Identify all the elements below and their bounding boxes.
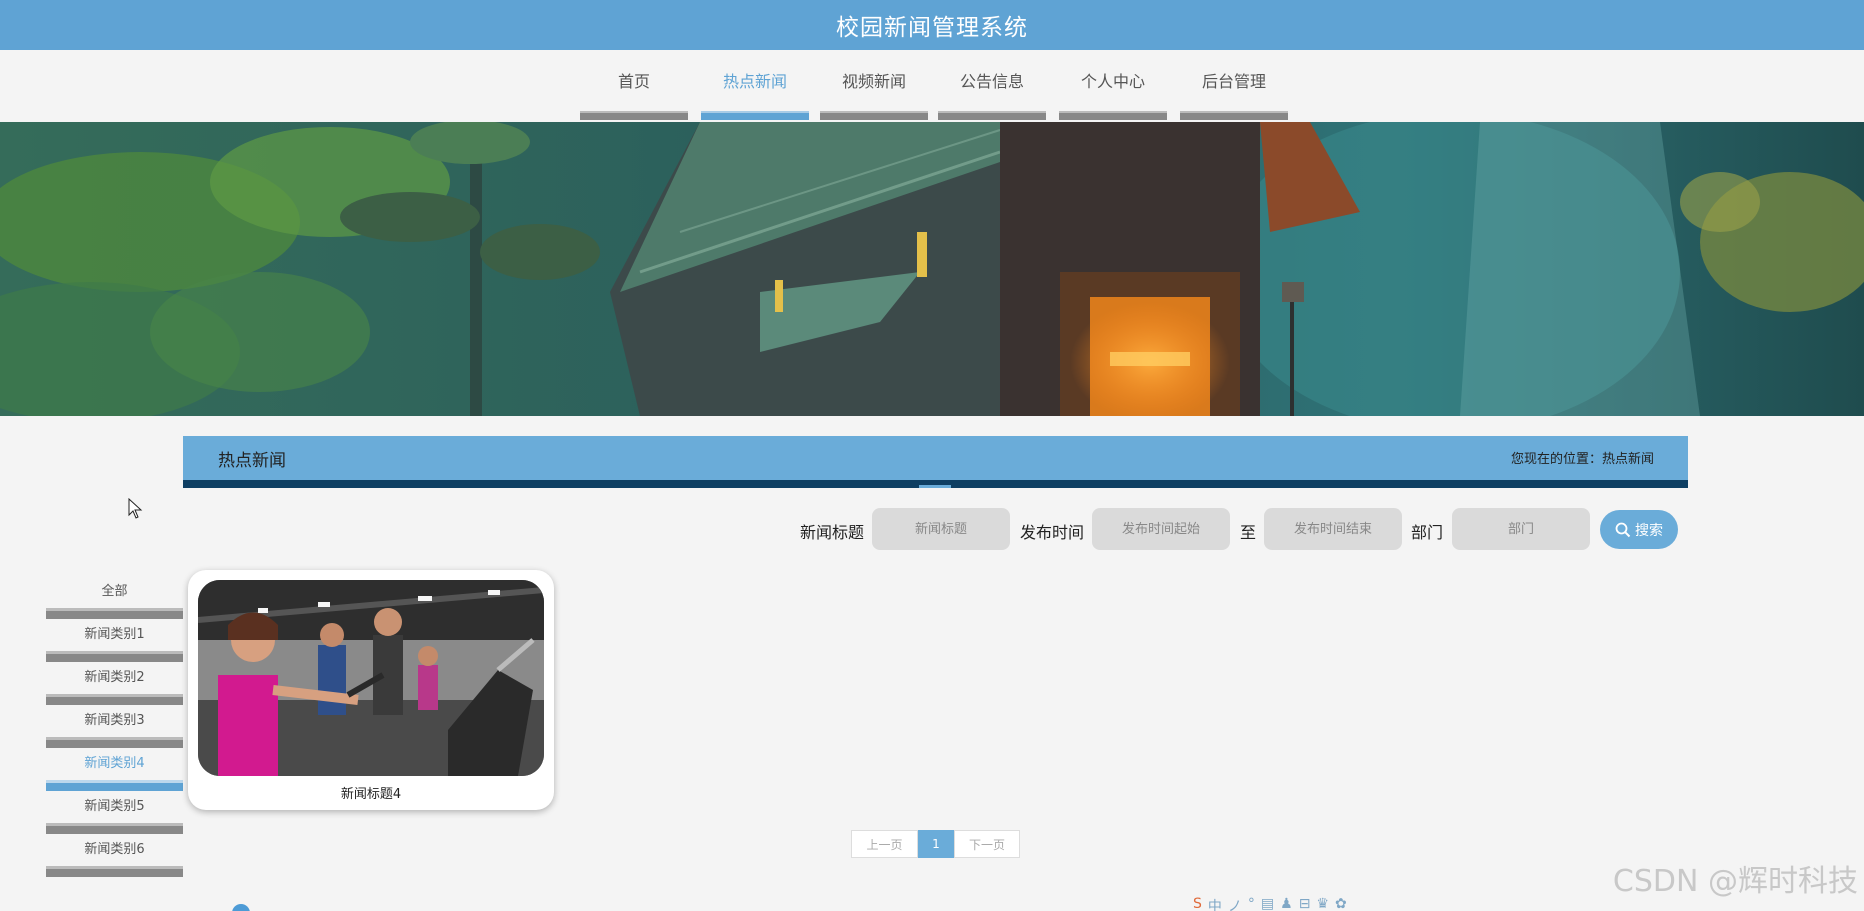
next-page-button[interactable]: 下一页 xyxy=(954,830,1020,858)
nav-label: 首页 xyxy=(617,72,650,91)
category-underline xyxy=(46,737,183,748)
ime-punct-icon[interactable]: ノ xyxy=(1228,896,1242,911)
ime-logo-icon[interactable]: S xyxy=(1193,896,1202,911)
ime-skin-icon[interactable]: ♛ xyxy=(1316,896,1329,911)
nav-underline xyxy=(701,111,809,120)
nav-label: 视频新闻 xyxy=(841,72,906,91)
nav-profile[interactable]: 个人中心 xyxy=(1059,70,1167,120)
dept-input[interactable] xyxy=(1452,508,1590,550)
category-5[interactable]: 新闻类别5 xyxy=(46,793,183,836)
title-input[interactable] xyxy=(872,508,1010,550)
date-label: 发布时间 xyxy=(1020,523,1085,542)
gym-photo xyxy=(198,580,544,776)
main-nav: 首页 热点新闻 视频新闻 公告信息 个人中心 后台管理 xyxy=(0,50,1864,122)
ime-dot-icon[interactable]: ° xyxy=(1248,896,1255,911)
category-label: 新闻类别2 xyxy=(84,670,145,685)
category-6[interactable]: 新闻类别6 xyxy=(46,836,183,879)
watermark: CSDN @辉时科技 xyxy=(1612,864,1858,899)
category-2[interactable]: 新闻类别2 xyxy=(46,664,183,707)
category-label: 新闻类别6 xyxy=(84,842,145,857)
page-number-button[interactable]: 1 xyxy=(918,830,954,858)
nav-label: 热点新闻 xyxy=(722,72,787,91)
banner-illustration xyxy=(0,122,1864,416)
category-list: 全部 新闻类别1 新闻类别2 新闻类别3 新闻类别4 新闻类别5 新闻类别6 xyxy=(46,578,183,879)
prev-page-button[interactable]: 上一页 xyxy=(851,830,918,858)
category-underline xyxy=(46,780,183,791)
category-label: 新闻类别5 xyxy=(84,799,145,814)
category-4[interactable]: 新闻类别4 xyxy=(46,750,183,793)
dept-label: 部门 xyxy=(1411,523,1444,542)
section-header: 热点新闻 您现在的位置：热点新闻 xyxy=(183,436,1688,488)
news-thumbnail xyxy=(198,580,544,776)
nav-hot-news[interactable]: 热点新闻 xyxy=(701,70,809,120)
ime-toolbar: S 中 ノ ° ▤ ♟ ⊟ ♛ ✿ xyxy=(1193,896,1347,911)
nav-underline xyxy=(938,111,1046,120)
nav-notices[interactable]: 公告信息 xyxy=(938,70,1046,120)
ime-user-icon[interactable]: ♟ xyxy=(1280,896,1293,911)
nav-video-news[interactable]: 视频新闻 xyxy=(820,70,928,120)
nav-underline xyxy=(580,111,688,120)
search-icon xyxy=(1615,522,1631,537)
nav-underline xyxy=(1059,111,1167,120)
header-notch xyxy=(919,485,951,488)
category-label: 新闻类别3 xyxy=(84,713,145,728)
category-underline xyxy=(46,651,183,662)
category-all[interactable]: 全部 xyxy=(46,578,183,621)
to-label: 至 xyxy=(1240,523,1257,542)
section-title: 热点新闻 xyxy=(218,451,286,471)
category-underline xyxy=(46,866,183,877)
news-card[interactable]: 新闻标题4 xyxy=(188,570,554,810)
category-label: 新闻类别4 xyxy=(84,756,145,771)
breadcrumb: 您现在的位置：热点新闻 xyxy=(1510,452,1654,467)
search-button[interactable]: 搜索 xyxy=(1600,510,1678,549)
category-3[interactable]: 新闻类别3 xyxy=(46,707,183,750)
app-title: 校园新闻管理系统 xyxy=(836,15,1028,41)
category-1[interactable]: 新闻类别1 xyxy=(46,621,183,664)
pagination: 上一页 1 下一页 xyxy=(851,830,1020,858)
nav-label: 公告信息 xyxy=(959,72,1024,91)
ime-keyboard-icon[interactable]: ▤ xyxy=(1261,896,1274,911)
category-underline xyxy=(46,823,183,834)
mouse-cursor-icon xyxy=(128,498,143,519)
title-label: 新闻标题 xyxy=(800,523,865,542)
ime-settings-icon[interactable]: ✿ xyxy=(1335,896,1347,911)
ime-simplified-icon[interactable]: ⊟ xyxy=(1299,896,1311,911)
category-underline xyxy=(46,608,183,619)
floating-circle-icon[interactable] xyxy=(232,904,250,911)
nav-home[interactable]: 首页 xyxy=(580,70,688,120)
date-end-input[interactable] xyxy=(1264,508,1402,550)
news-title: 新闻标题4 xyxy=(340,787,402,802)
category-underline xyxy=(46,694,183,705)
app-header: 校园新闻管理系统 xyxy=(0,0,1864,50)
nav-label: 后台管理 xyxy=(1201,72,1266,91)
nav-underline xyxy=(820,111,928,120)
nav-admin[interactable]: 后台管理 xyxy=(1180,70,1288,120)
date-start-input[interactable] xyxy=(1092,508,1230,550)
nav-label: 个人中心 xyxy=(1080,72,1145,91)
nav-underline xyxy=(1180,111,1288,120)
category-label: 新闻类别1 xyxy=(84,627,145,642)
ime-chinese-icon[interactable]: 中 xyxy=(1208,896,1222,911)
category-label: 全部 xyxy=(101,584,128,599)
search-button-label: 搜索 xyxy=(1635,522,1663,539)
banner-image xyxy=(0,122,1864,416)
